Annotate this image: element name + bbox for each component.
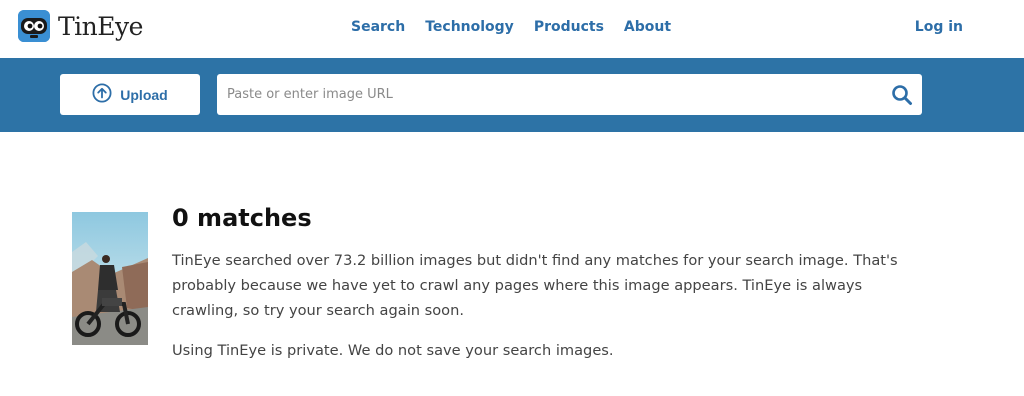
result-title: 0 matches (172, 204, 312, 232)
image-url-input[interactable] (217, 74, 882, 115)
nav-search[interactable]: Search (351, 19, 405, 35)
privacy-note: Using TinEye is private. We do not save … (172, 342, 614, 359)
nav-technology[interactable]: Technology (425, 19, 514, 35)
login-link[interactable]: Log in (915, 19, 963, 35)
upload-button-label: Upload (120, 86, 168, 103)
result-description: TinEye searched over 73.2 billion images… (172, 252, 898, 319)
url-search-box (217, 74, 922, 115)
main-nav: Search Technology Products About (351, 19, 671, 35)
nav-products[interactable]: Products (534, 19, 604, 35)
nav-about[interactable]: About (624, 19, 671, 35)
top-navigation-bar: TinEye Search Technology Products About … (0, 0, 1024, 58)
upload-arrow-icon (92, 83, 112, 106)
tineye-robot-icon (18, 10, 50, 42)
upload-button[interactable]: Upload (60, 74, 200, 115)
logo-text: TinEye (58, 11, 143, 41)
search-icon[interactable] (882, 74, 922, 115)
search-bar: Upload (0, 58, 1024, 132)
search-image-thumbnail (72, 212, 148, 345)
tineye-logo[interactable]: TinEye (18, 10, 143, 42)
